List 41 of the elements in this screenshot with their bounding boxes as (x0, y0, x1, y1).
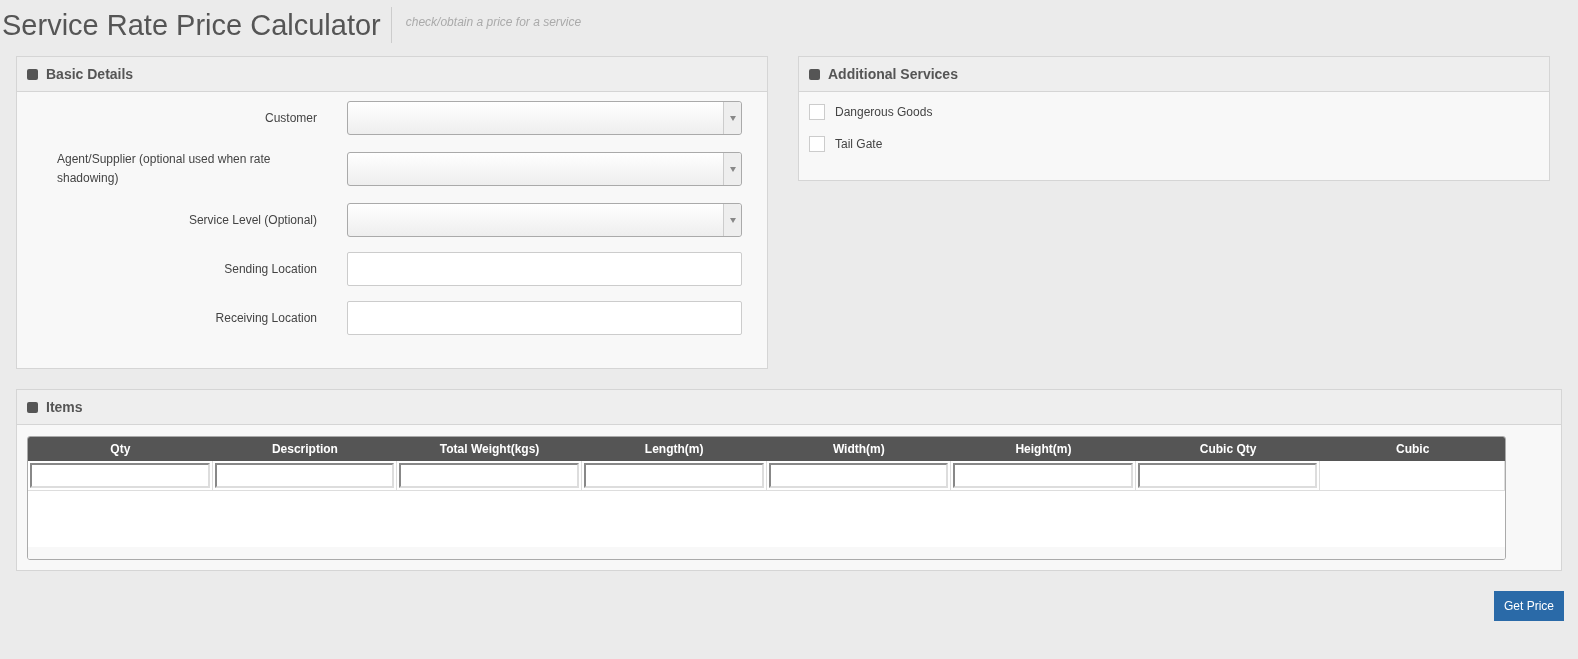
dropdown-field[interactable] (347, 152, 742, 186)
column-header: Total Weight(kgs) (438, 441, 541, 458)
checkbox-label: Tail Gate (835, 136, 883, 153)
column-header: Description (270, 441, 339, 458)
page-title: Service Rate Price Calculator (2, 7, 392, 43)
input-field[interactable] (347, 301, 742, 335)
input-field[interactable] (583, 463, 764, 488)
field-label: Receiving Location (215, 309, 317, 327)
square-icon (27, 68, 38, 80)
page-subtitle: check/obtain a price for a service (405, 14, 582, 31)
panel-title: Additional Services (828, 64, 958, 84)
checkbox[interactable] (809, 136, 825, 152)
input-field[interactable] (214, 463, 395, 488)
input-field[interactable] (1137, 463, 1318, 488)
caret-icon (729, 115, 736, 121)
column-header: Height(m) (1014, 441, 1073, 458)
input-field[interactable] (399, 463, 579, 488)
field-label: Customer (265, 109, 317, 127)
column-header: Cubic (1395, 441, 1431, 458)
column-header: Cubic Qty (1198, 441, 1258, 458)
column-header: Width(m) (831, 441, 886, 458)
panel-title: Basic Details (46, 64, 134, 84)
input-field[interactable] (953, 463, 1133, 488)
dropdown-field[interactable] (347, 203, 742, 237)
checkbox[interactable] (809, 104, 825, 120)
input-field[interactable] (30, 463, 210, 488)
square-icon (809, 68, 820, 80)
caret-icon (729, 217, 736, 223)
caret-icon (729, 166, 736, 172)
get-price-button[interactable]: Get Price (1494, 591, 1564, 621)
panel-title: Items (46, 397, 83, 417)
field-label: Service Level (Optional) (188, 211, 317, 229)
column-header: Length(m) (643, 441, 705, 458)
column-header: Qty (109, 441, 132, 458)
checkbox-label: Dangerous Goods (835, 104, 933, 121)
input-field[interactable] (768, 463, 949, 488)
field-label: Agent/Supplier (optional used when rate shadowing) (57, 151, 272, 187)
input-field[interactable] (347, 252, 742, 286)
square-icon (27, 401, 38, 413)
dropdown-field[interactable] (347, 101, 742, 135)
field-label: Sending Location (224, 260, 317, 278)
